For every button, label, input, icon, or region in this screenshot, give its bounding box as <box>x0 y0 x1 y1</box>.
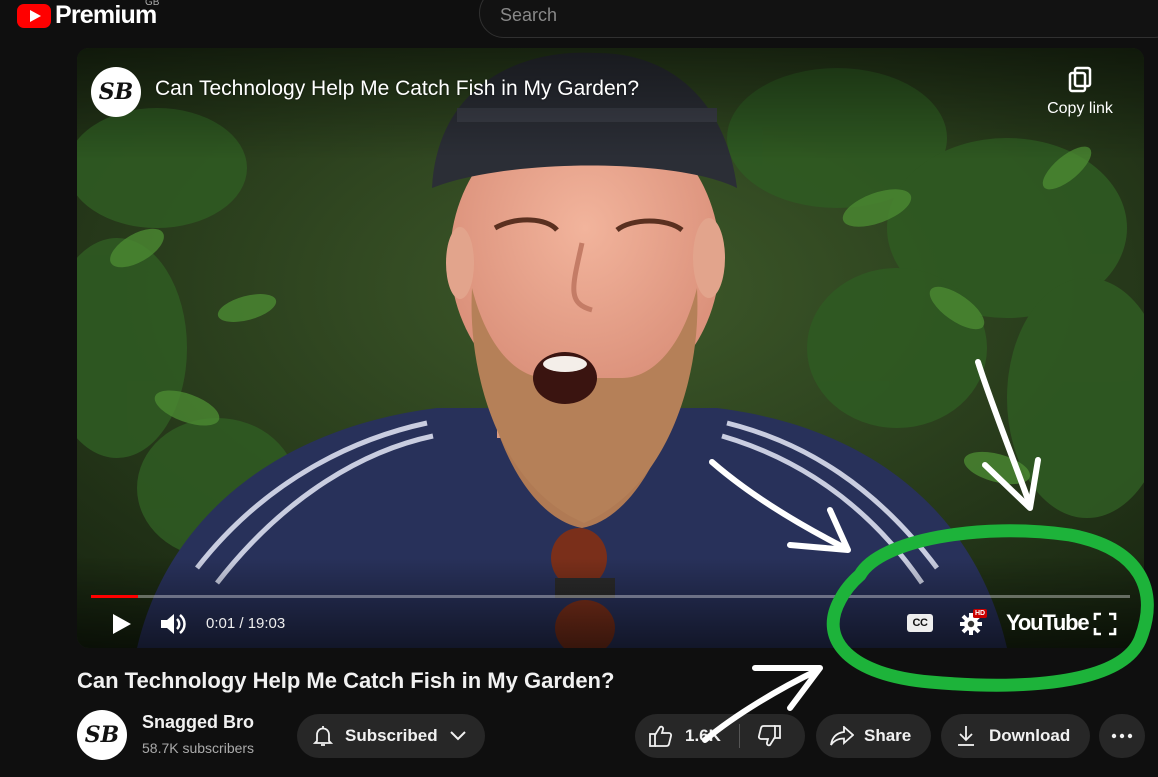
channel-name[interactable]: Snagged Bro <box>142 712 254 733</box>
download-icon <box>958 726 974 746</box>
player-title-link[interactable]: Can Technology Help Me Catch Fish in My … <box>155 77 639 101</box>
subscriber-count: 58.7K subscribers <box>142 740 255 756</box>
copy-link-icon <box>1068 66 1092 93</box>
search-input[interactable]: Search <box>479 0 1158 38</box>
player-channel-avatar[interactable]: SB <box>91 67 141 117</box>
share-icon <box>830 726 854 746</box>
time-display: 0:01 / 19:03 <box>206 615 286 632</box>
volume-button[interactable] <box>159 611 187 642</box>
like-dislike-group: 1.6K <box>635 714 805 758</box>
copy-link-button[interactable]: Copy link <box>1040 66 1120 118</box>
play-button[interactable] <box>111 612 133 641</box>
thumbs-up-icon[interactable] <box>649 725 673 747</box>
subscribed-button[interactable]: Subscribed <box>297 714 485 758</box>
progress-played <box>91 595 138 598</box>
bottom-gradient <box>77 558 1144 648</box>
like-divider <box>739 724 740 748</box>
fullscreen-icon <box>1093 612 1117 636</box>
chevron-down-icon <box>449 731 466 741</box>
video-player[interactable]: SB Can Technology Help Me Catch Fish in … <box>77 48 1144 648</box>
like-count[interactable]: 1.6K <box>685 726 721 746</box>
copy-link-label: Copy link <box>1047 100 1113 117</box>
subtitles-button[interactable]: CC <box>907 614 933 632</box>
youtube-play-logo-icon <box>17 3 51 28</box>
hd-badge: HD <box>973 609 988 618</box>
download-label: Download <box>989 726 1071 745</box>
progress-bar[interactable] <box>91 595 1130 598</box>
search-placeholder: Search <box>500 5 558 25</box>
download-button[interactable]: Download <box>941 714 1090 758</box>
settings-button[interactable]: HD <box>959 609 988 641</box>
watch-on-youtube-button[interactable]: YouTube <box>1006 610 1090 636</box>
play-icon <box>113 614 131 634</box>
youtube-premium-logo[interactable]: Premium <box>17 1 157 30</box>
fullscreen-button[interactable] <box>1093 612 1117 641</box>
volume-icon <box>161 614 186 634</box>
share-label: Share <box>864 726 912 745</box>
thumbs-down-icon[interactable] <box>757 725 781 747</box>
channel-avatar[interactable]: SB <box>77 710 127 760</box>
more-actions-button[interactable] <box>1099 714 1145 758</box>
share-button[interactable]: Share <box>816 714 931 758</box>
top-gradient <box>77 48 1144 158</box>
logo-text: Premium <box>55 1 157 29</box>
bell-icon <box>313 726 333 746</box>
youtube-watch-page: Premium GB Search SB Can Technology Help… <box>0 0 1158 777</box>
country-code: GB <box>145 0 160 8</box>
more-horizontal-icon <box>1111 733 1133 739</box>
video-title: Can Technology Help Me Catch Fish in My … <box>77 668 615 693</box>
subscribed-label: Subscribed <box>345 726 438 745</box>
